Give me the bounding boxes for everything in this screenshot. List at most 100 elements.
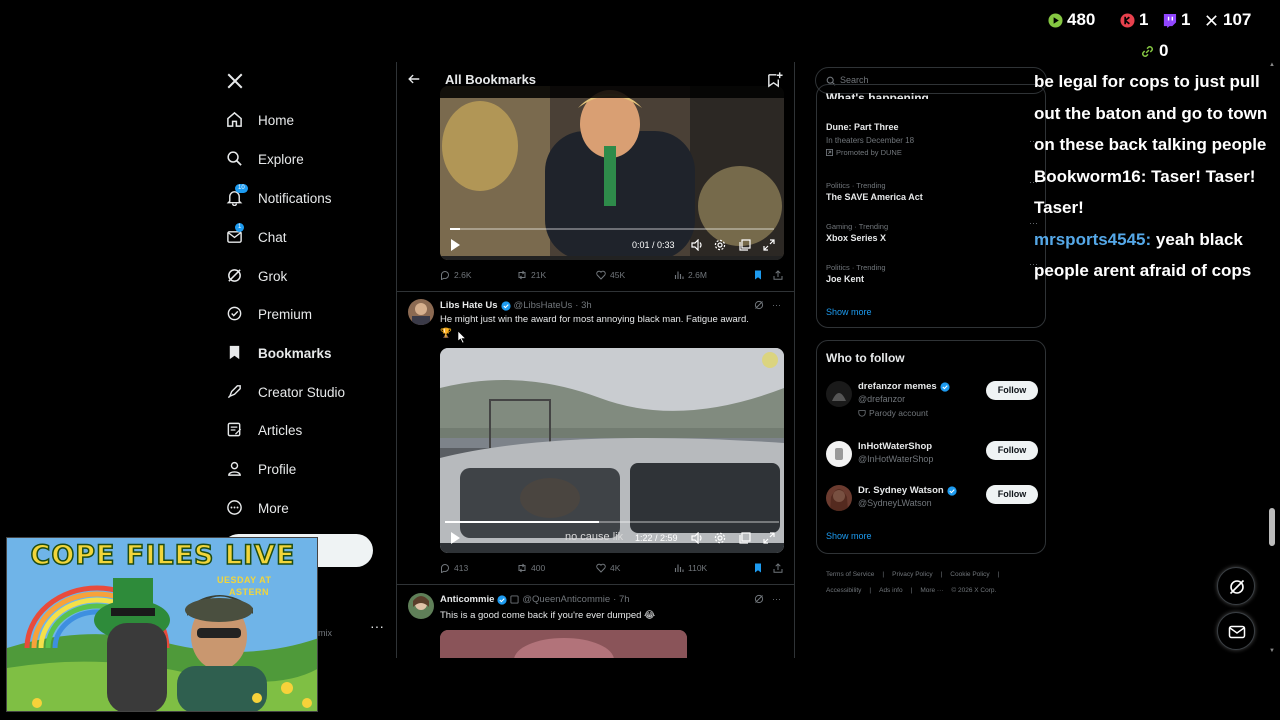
like-button[interactable]: 45K [596, 270, 625, 280]
fullscreen-icon[interactable] [763, 239, 775, 251]
bookmark-filled-icon [755, 270, 761, 280]
twitch-viewers: 1 [1162, 10, 1190, 30]
who-to-follow-panel: Who to follow drefanzor memes @drefanzor… [816, 340, 1046, 554]
fullscreen-icon[interactable] [763, 532, 775, 544]
link-count: 0 [1140, 41, 1168, 61]
footer-link[interactable]: Privacy Policy [892, 571, 932, 578]
sidebar-item-notifications[interactable]: 10 Notifications [226, 184, 332, 212]
post-more-dots[interactable]: ··· [772, 300, 781, 310]
scroll-thumb[interactable] [1269, 508, 1275, 546]
heart-icon [596, 563, 606, 573]
trends-show-more-link[interactable]: Show more [826, 307, 872, 317]
reply-button[interactable]: 2.6K [440, 270, 472, 280]
chat-username: mrsports4545: [1034, 229, 1152, 249]
volume-icon[interactable] [691, 532, 703, 544]
grok-icon[interactable] [754, 300, 764, 310]
post-image[interactable] [440, 630, 687, 658]
messages-fab-button[interactable] [1217, 612, 1255, 650]
sidebar-item-profile[interactable]: Profile [226, 455, 296, 483]
video-time: 1:22 / 2:59 [635, 533, 678, 543]
follow-suggestion[interactable]: Dr. Sydney Watson @SydneyLWatson Follow [826, 485, 1038, 525]
pip-icon[interactable] [739, 239, 751, 251]
footer-link[interactable]: Accessibility [826, 587, 861, 594]
repost-button[interactable]: 21K [517, 270, 546, 280]
grok-icon[interactable] [754, 594, 764, 604]
verified-badge-icon [497, 594, 507, 605]
trend-item[interactable]: Politics · Trending Joe Kent [826, 262, 1036, 286]
sidebar-item-articles[interactable]: Articles [226, 416, 302, 444]
video-caption: no cause lik [565, 531, 624, 543]
trend-item[interactable]: Dune: Part Three In theaters December 18… [826, 121, 1036, 158]
grok-icon [1229, 579, 1245, 595]
follow-button[interactable]: Follow [986, 441, 1038, 460]
follow-button[interactable]: Follow [986, 381, 1038, 400]
video-time: 0:01 / 0:33 [632, 240, 675, 250]
premium-icon [226, 305, 244, 323]
scroll-down-arrow-icon[interactable]: ▼ [1268, 648, 1276, 656]
play-icon[interactable] [450, 239, 460, 251]
webcam-title: COPE FILES LIVE [30, 539, 296, 572]
share-icon [773, 270, 783, 280]
rocket-icon [226, 383, 244, 401]
sidebar-item-creator-studio[interactable]: Creator Studio [226, 378, 345, 406]
post-video[interactable]: no cause lik 1:22 / 2:59 [440, 348, 784, 553]
avatar[interactable] [408, 593, 434, 619]
grok-fab-button[interactable] [1217, 567, 1255, 605]
avatar[interactable] [408, 299, 434, 325]
articles-icon [226, 421, 244, 439]
post-more-dots[interactable]: ··· [772, 594, 781, 604]
footer-link[interactable]: Cookie Policy [950, 571, 989, 578]
twitch-icon [1163, 13, 1177, 28]
settings-gear-icon[interactable] [714, 532, 726, 544]
share-button[interactable] [773, 563, 783, 573]
reply-button[interactable]: 413 [440, 563, 468, 573]
heart-icon [596, 270, 606, 280]
trend-item[interactable]: Politics · Trending The SAVE America Act [826, 180, 1036, 204]
follow-suggestion[interactable]: InHotWaterShop @InHotWaterShop Follow [826, 441, 1038, 481]
share-button[interactable] [773, 270, 783, 280]
play-icon[interactable] [450, 532, 460, 544]
grok-icon [226, 267, 244, 285]
post-author[interactable]: Libs Hate Us @LibsHateUs · 3h [440, 300, 592, 311]
x-logo-icon[interactable] [226, 72, 252, 98]
sidebar-item-explore[interactable]: Explore [226, 145, 304, 173]
settings-gear-icon[interactable] [714, 239, 726, 251]
sidebar-item-grok[interactable]: Grok [226, 262, 287, 290]
back-arrow-icon[interactable] [407, 72, 423, 88]
mail-icon: 1 [226, 223, 245, 246]
post-author[interactable]: Anticommie @QueenAnticommie · 7h [440, 594, 630, 605]
footer-link[interactable]: Terms of Service [826, 571, 874, 578]
mail-icon [1228, 625, 1246, 639]
chat-message: mrsports4545: yeah black people arent af… [1034, 224, 1270, 287]
sidebar-item-premium[interactable]: Premium [226, 300, 312, 328]
bookmark-folder-add-icon[interactable] [766, 71, 784, 89]
footer-link[interactable]: More ··· [920, 587, 943, 594]
bookmark-icon [226, 344, 244, 362]
bookmark-toggle[interactable] [753, 563, 763, 573]
sidebar-item-label: Chat [258, 229, 287, 245]
video-progress-bar[interactable] [445, 521, 779, 523]
post-video[interactable]: 0:01 / 0:33 [440, 86, 784, 260]
kick-viewers: 1 [1120, 10, 1148, 30]
sidebar-item-bookmarks[interactable]: Bookmarks [226, 339, 332, 367]
bookmark-toggle[interactable] [753, 270, 763, 280]
follow-button[interactable]: Follow [986, 485, 1038, 504]
trends-header: What's happening [826, 91, 929, 99]
volume-icon[interactable] [691, 239, 703, 251]
sidebar-item-more[interactable]: More [226, 494, 289, 522]
sidebar-item-home[interactable]: Home [226, 106, 294, 134]
trend-item[interactable]: Gaming · Trending Xbox Series X [826, 221, 1036, 245]
like-button[interactable]: 4K [596, 563, 620, 573]
footer-link[interactable]: Ads info [879, 587, 903, 594]
views-button[interactable]: 2.6M [674, 270, 707, 280]
stream-chat-overlay: be legal for cops to just pull out the b… [1034, 66, 1270, 287]
verified-badge-icon [940, 381, 950, 392]
pip-icon[interactable] [739, 532, 751, 544]
follow-suggestion[interactable]: drefanzor memes @drefanzor Parody accoun… [826, 381, 1038, 421]
repost-button[interactable]: 400 [517, 563, 545, 573]
sidebar-item-chat[interactable]: 1 Chat [226, 223, 287, 251]
who-to-follow-show-more-link[interactable]: Show more [826, 531, 872, 541]
views-button[interactable]: 110K [674, 563, 707, 573]
account-menu-dots[interactable]: ··· [370, 618, 384, 634]
video-progress-bar[interactable] [450, 228, 774, 230]
